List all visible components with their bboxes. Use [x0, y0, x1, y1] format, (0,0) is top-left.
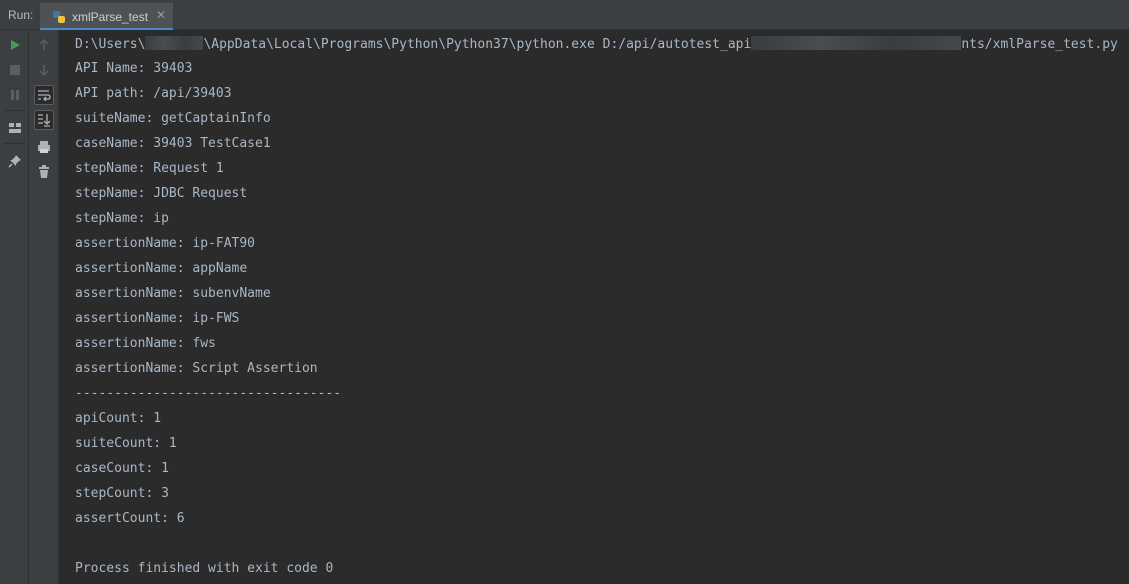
- console-line: stepName: ip: [75, 211, 169, 226]
- run-tool-window-header: Run: xmlParse_test ✕: [0, 0, 1129, 30]
- command-line: D:\Users\ \AppData\Local\Programs\Python\…: [75, 36, 1118, 52]
- console-line: caseCount: 1: [75, 461, 169, 476]
- tab-xmlparse-test[interactable]: xmlParse_test ✕: [40, 3, 173, 30]
- exit-status-line: Process finished with exit code 0: [75, 561, 334, 576]
- console-line: caseName: 39403 TestCase1: [75, 136, 271, 151]
- console-line: assertionName: ip-FWS: [75, 311, 240, 326]
- pin-icon[interactable]: [6, 152, 24, 170]
- console-line: stepName: JDBC Request: [75, 186, 248, 201]
- tab-title: xmlParse_test: [72, 10, 149, 24]
- scroll-to-end-icon[interactable]: [34, 110, 54, 130]
- console-line: assertionName: ip-FAT90: [75, 236, 256, 251]
- run-toolbar-left: [0, 30, 29, 584]
- run-icon[interactable]: [6, 36, 24, 54]
- console-line: API Name: 39403: [75, 61, 193, 76]
- soft-wrap-icon[interactable]: [34, 85, 54, 105]
- trash-icon[interactable]: [35, 163, 53, 181]
- stop-icon[interactable]: [6, 61, 24, 79]
- console-line: assertionName: Script Assertion: [75, 361, 318, 376]
- print-icon[interactable]: [35, 138, 53, 156]
- console-line: suiteName: getCaptainInfo: [75, 111, 271, 126]
- pause-icon[interactable]: [6, 86, 24, 104]
- console-line: assertionName: subenvName: [75, 286, 271, 301]
- python-file-icon: [53, 11, 65, 23]
- down-arrow-icon[interactable]: [35, 61, 53, 79]
- toolbar-separator: [4, 110, 25, 111]
- close-icon[interactable]: ✕: [156, 8, 166, 22]
- console-output[interactable]: D:\Users\ \AppData\Local\Programs\Python\…: [59, 30, 1129, 584]
- console-line: suiteCount: 1: [75, 436, 177, 451]
- console-line: assertCount: 6: [75, 511, 185, 526]
- redacted-blur: [145, 36, 204, 50]
- console-line: stepCount: 3: [75, 486, 169, 501]
- redacted-blur: [751, 36, 962, 50]
- console-line: assertionName: appName: [75, 261, 248, 276]
- run-label: Run:: [8, 8, 34, 22]
- console-line: apiCount: 1: [75, 411, 162, 426]
- console-line: stepName: Request 1: [75, 161, 224, 176]
- layout-icon[interactable]: [6, 119, 24, 137]
- console-line: assertionName: fws: [75, 336, 216, 351]
- run-toolbar-right: [29, 30, 59, 584]
- console-line: API path: /api/39403: [75, 86, 232, 101]
- toolbar-separator: [4, 143, 25, 144]
- separator-line: ----------------------------------: [75, 386, 342, 401]
- up-arrow-icon[interactable]: [35, 36, 53, 54]
